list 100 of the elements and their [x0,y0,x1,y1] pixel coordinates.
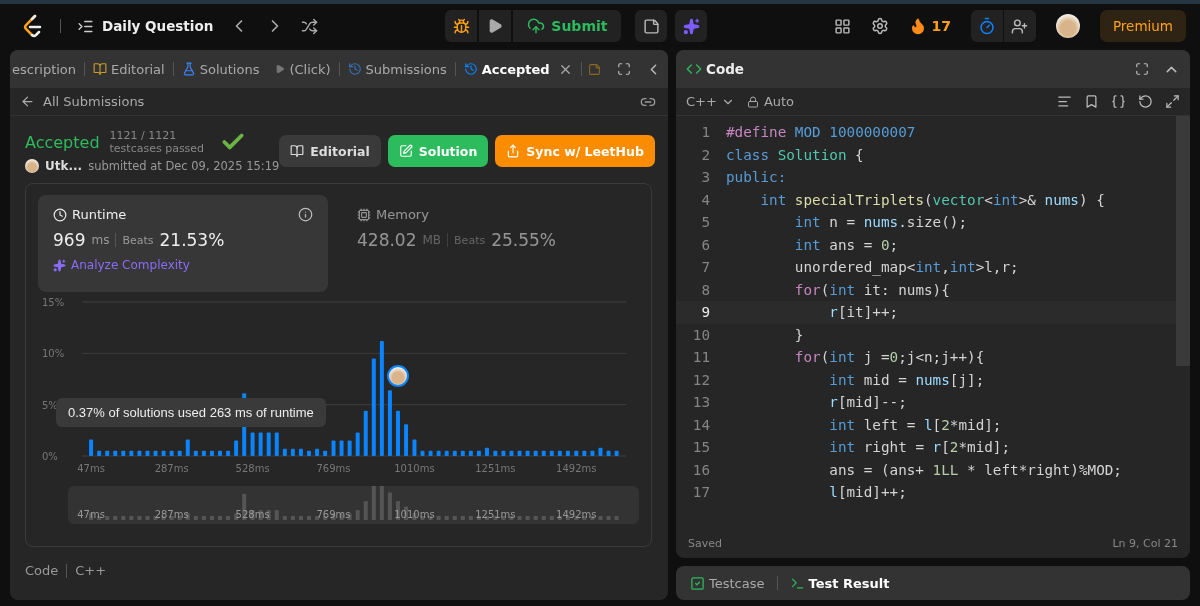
line-number: 4 [700,191,711,208]
avatar[interactable] [1055,14,1080,38]
histogram-bar [565,450,570,456]
panel-tab[interactable]: escription [10,50,85,88]
fullscreen-icon[interactable] [617,62,631,76]
info-icon[interactable] [298,207,313,222]
code-line: ans = (ans+ 1LL * left*right)%MOD; [828,461,1122,478]
book-icon [93,62,108,76]
history-icon [347,62,362,76]
scrollbar[interactable] [1176,116,1190,366]
histogram-bar [89,439,94,456]
metric-value: 969 [53,230,86,250]
line-number: 14 [691,416,711,433]
code-line: #define MOD 1000000007 [726,124,916,141]
axis-label: 528ms [235,463,270,474]
axis-label: 1010ms [394,463,435,474]
line-number: 15 [691,439,711,456]
checkbox-icon [690,575,705,591]
bug-icon [452,17,470,35]
all-submissions-link[interactable]: All Submissions [43,94,145,109]
histogram-bar [436,450,441,456]
mode-label[interactable]: Auto [763,94,795,109]
code-line: unordered_map<int,int>l,r; [793,259,1019,276]
beats-value: 25.55% [491,230,556,250]
histogram-bar [185,439,190,456]
code-line: int left = l[2*mid]; [828,416,1002,433]
code-line: int specialTriplets(vector<int>& nums) { [759,191,1105,208]
panel-tab[interactable]: Test Result [785,568,894,598]
fullscreen-icon[interactable] [1135,62,1149,76]
analyze-complexity-link[interactable]: Analyze Complexity [71,258,190,272]
panel-tab[interactable]: (Click) [267,50,339,88]
action-button[interactable]: Editorial [279,135,381,167]
note-icon [642,17,660,35]
beats-label: Beats [122,233,154,247]
histogram-bar [274,432,279,456]
histogram-bar [290,448,295,456]
histogram-bar [355,432,360,456]
testcase-label: testcases passed [109,142,205,155]
range-overview[interactable]: 47ms 287ms 528ms 769ms 1010ms 1251ms 1492ms [68,486,639,524]
sparkle-icon [682,17,700,35]
language-label: C++ [75,563,107,578]
metric-label: Memory [376,207,429,222]
premium-button[interactable]: Premium [1099,10,1186,42]
histogram-bar [606,450,611,456]
code-line: int ans = 0; [793,236,899,253]
histogram-bar [525,450,530,456]
histogram-bar [428,450,433,456]
line-number: 17 [691,484,711,501]
problem-list-title[interactable]: Daily Question [102,18,214,34]
submitted-time: submitted at Dec 09, 2025 15:19 [88,159,280,173]
metric-card[interactable]: Runtime 969 ms Beats 21.53% Analyze Complexity [38,195,328,292]
axis-label: 1010ms [394,509,435,520]
shuffle-icon[interactable] [301,17,319,35]
histogram-bar [153,450,158,456]
run-button[interactable] [479,10,512,42]
settings-icon[interactable] [871,17,890,35]
bookmark-icon[interactable] [1084,94,1099,109]
histogram-bar [347,440,352,456]
reset-icon[interactable] [1138,94,1153,109]
panel-tab[interactable]: Accepted [455,50,558,88]
sparkle-button[interactable] [675,10,708,42]
timer-button[interactable] [970,10,1003,42]
metric-unit: MB [422,233,442,247]
axis-label: 10% [42,348,65,360]
add-user-button[interactable] [1003,10,1036,42]
panel-tab[interactable]: Submissions [339,50,455,88]
braces-icon[interactable] [1111,94,1126,109]
axis-label: 1492ms [556,509,597,520]
debug-button[interactable] [445,10,478,42]
metric-card[interactable]: Memory 428.02 MB Beats 25.55% [342,195,632,292]
note-icon[interactable] [587,62,601,76]
logo-icon[interactable] [22,14,44,38]
code-line: int n = nums.size(); [793,214,968,231]
line-number: 12 [691,371,711,388]
code-icon [686,61,702,77]
panel-tab[interactable]: Solutions [173,50,268,88]
expand-icon[interactable] [1165,94,1180,109]
histogram-bar [129,450,134,456]
histogram-bar [298,448,303,456]
line-number: 9 [700,304,711,321]
note-button[interactable] [635,10,668,42]
histogram-bar [339,440,344,456]
axis-label: 769ms [316,463,351,474]
line-number: 1 [700,124,711,141]
code-line: } [793,326,804,343]
histogram-bar [493,450,498,456]
code-line: for(int j =0;j<n;j++){ [793,349,985,366]
histogram-bar [574,450,579,456]
layout-icon[interactable] [834,17,852,35]
language-selector[interactable]: C++ [686,94,717,109]
chip-icon [357,207,371,222]
submit-button[interactable]: Submit [513,10,622,42]
panel-tab[interactable]: Editorial [85,50,173,88]
axis-label: 15% [42,298,65,308]
histogram-bar [444,450,449,456]
format-icon[interactable] [1057,94,1072,109]
panel-tab[interactable]: Testcase [686,568,769,598]
user-name[interactable]: Utk... [45,159,83,173]
histogram-bar [258,432,263,456]
code-title[interactable]: Code [706,61,744,77]
